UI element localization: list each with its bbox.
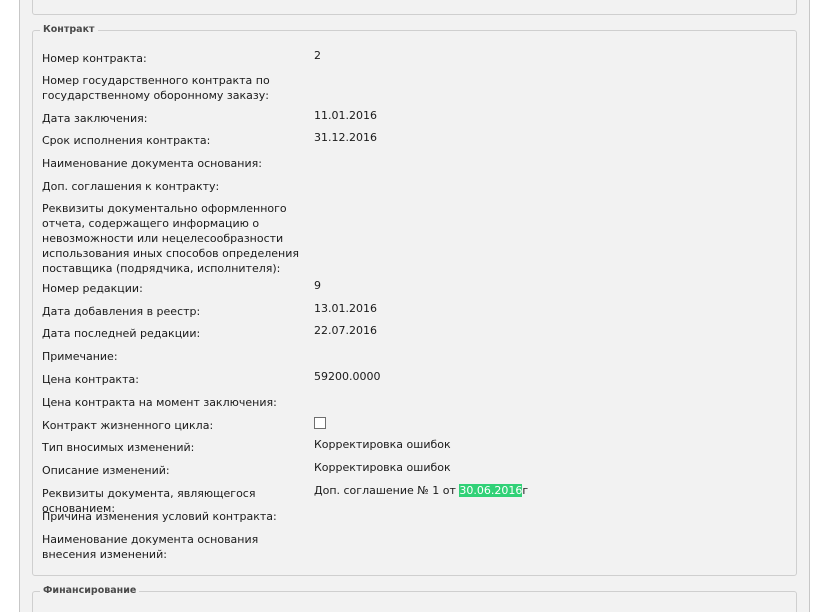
row-label: Наименование документа основания внесени… — [42, 533, 259, 561]
row-value: Корректировка ошибок — [314, 461, 451, 474]
row-label: Примечание: — [42, 350, 118, 363]
row-value: 31.12.2016 — [314, 131, 377, 144]
row-value: 11.01.2016 — [314, 109, 377, 122]
row-label: Описание изменений: — [42, 464, 170, 477]
row-label: Дата заключения: — [42, 112, 148, 125]
row-label: Контракт жизненного цикла: — [42, 419, 214, 432]
row-label: Доп. соглашения к контракту: — [42, 180, 220, 193]
value-suffix: г — [522, 484, 529, 497]
contract-details-page: Контракт Номер контракта: 2 Номер госуда… — [0, 0, 820, 612]
previous-section-box — [32, 0, 797, 15]
highlighted-date: 30.06.2016 — [459, 484, 523, 497]
row-label: Срок исполнения контракта: — [42, 134, 211, 147]
row-label: Дата добавления в реестр: — [42, 305, 201, 318]
row-label: Номер государственного контракта по госу… — [42, 74, 270, 102]
row-value: 9 — [314, 279, 321, 292]
value-prefix: Доп. соглашение № 1 от — [314, 484, 460, 497]
finance-section-title: Финансирование — [40, 585, 140, 597]
row-value: 22.07.2016 — [314, 324, 377, 337]
row-label: Цена контракта: — [42, 373, 139, 386]
row-label: Дата последней редакции: — [42, 327, 201, 340]
row-value: 13.01.2016 — [314, 302, 377, 315]
row-label: Тип вносимых изменений: — [42, 441, 195, 454]
row-value: Доп. соглашение № 1 от 30.06.2016г — [314, 483, 528, 498]
lifecycle-checkbox[interactable] — [314, 417, 326, 429]
row-value: 59200.0000 — [314, 370, 381, 383]
finance-section: Финансирование — [32, 585, 797, 612]
row-label: Причина изменения условий контракта: — [42, 510, 277, 523]
row-label: Номер контракта: — [42, 52, 147, 65]
contract-section-title: Контракт — [40, 24, 98, 36]
row-value: 2 — [314, 49, 321, 62]
row-label: Номер редакции: — [42, 282, 143, 295]
row-value — [314, 415, 326, 433]
row-label: Наименование документа основания: — [42, 157, 262, 170]
row-value: Корректировка ошибок — [314, 438, 451, 451]
row-label: Реквизиты документально оформленного отч… — [42, 202, 299, 275]
contract-section: Контракт Номер контракта: 2 Номер госуда… — [32, 24, 797, 576]
row-label: Цена контракта на момент заключения: — [42, 396, 277, 409]
